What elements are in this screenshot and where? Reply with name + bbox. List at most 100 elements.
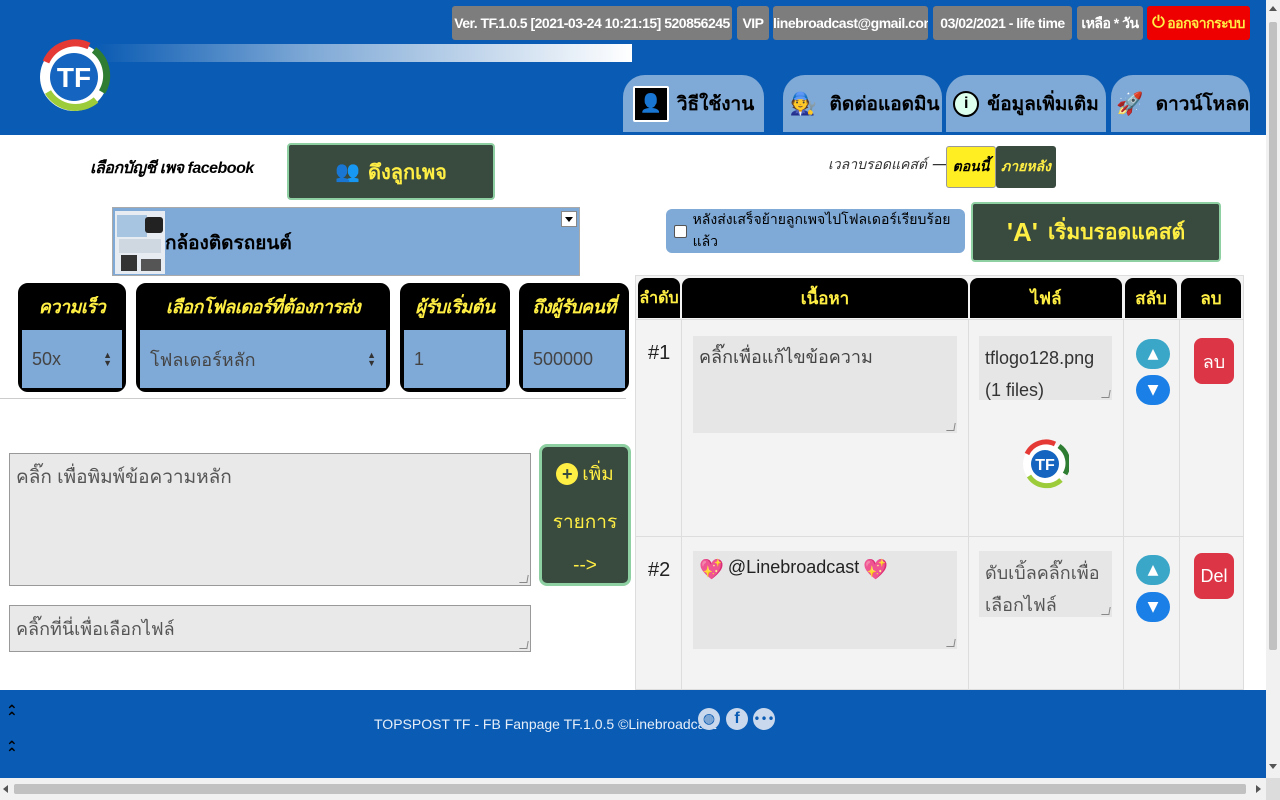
start-column: ผู้รับเริ่มต้น 1 — [400, 283, 510, 392]
start-input[interactable]: 1 — [404, 330, 506, 388]
scroll-corner — [1266, 778, 1280, 800]
page-thumbnail — [115, 211, 165, 274]
move-down-button[interactable]: ▼ — [1136, 592, 1170, 622]
vip-badge: VIP — [737, 6, 769, 40]
file-thumbnail-logo: TF — [1023, 439, 1069, 489]
tab-download[interactable]: 🚀 ดาวน์โหลด — [1111, 75, 1250, 132]
tab-contact-admin-label: ติดต่อแอดมิน — [829, 93, 940, 115]
resize-grip-icon — [946, 639, 956, 647]
file-picker-input[interactable]: คลิ๊กที่นี่เพื่อเลือกไฟล์ — [9, 605, 531, 652]
add-item-button[interactable]: + เพิ่ม รายการ --> — [539, 444, 631, 586]
table-row: #2 💖 @Linebroadcast 💖 ดับเบิ้ลคลิ๊กเพื่อ… — [636, 536, 1243, 689]
select-arrows-icon: ▲ ▼ — [103, 350, 112, 368]
cell-divider — [968, 537, 969, 689]
resize-grip-icon — [519, 641, 529, 649]
broadcast-now-toggle[interactable]: ตอนนี้ — [946, 146, 996, 188]
scroll-thumb[interactable] — [14, 784, 1246, 794]
broadcast-a-icon: 'A' — [1006, 216, 1038, 247]
end-value: 500000 — [533, 348, 594, 369]
col-file-header: ไฟล์ — [970, 278, 1122, 318]
col-order-header: ลำดับ — [638, 278, 680, 318]
power-icon: ⏻ — [1152, 14, 1165, 31]
resize-grip-icon — [1101, 607, 1111, 615]
double-chevron-up-icon[interactable]: ⌃ ⌃ — [6, 740, 18, 761]
row-number: #1 — [648, 342, 671, 364]
chevron-down-icon: ▼ — [1147, 382, 1159, 398]
page-name: กล้องติดรถยนต์ — [165, 233, 292, 254]
move-up-button[interactable]: ▲ — [1136, 555, 1170, 585]
tab-contact-admin[interactable]: 🧑‍🔧 ติดต่อแอดมิน — [783, 75, 942, 132]
folder-value: โฟลเดอร์หลัก — [150, 349, 256, 370]
chevron-up-icon: ▲ — [1147, 562, 1159, 578]
users-icon: 👥 — [335, 161, 361, 183]
horizontal-scrollbar[interactable] — [0, 778, 1266, 800]
move-after-label: หลังส่งเสร็จย้ายลูกเพจไปโฟลเดอร์เรียบร้อ… — [692, 211, 951, 249]
add-item-line1: เพิ่ม — [582, 464, 614, 485]
end-input[interactable]: 500000 — [523, 330, 625, 388]
footer: ⌃ ⌃ ⌃ ⌃ TOPSPOST TF - FB Fanpage TF.1.0.5 … — [0, 690, 1266, 778]
row-file-input[interactable]: tflogo128.png (1 files) — [979, 336, 1112, 400]
sparkle-heart-icon: 💖 — [863, 559, 889, 581]
row-file-text: ดับเบิ้ลคลิ๊กเพื่อเลือกไฟล์ — [985, 563, 1100, 615]
col-delete-header: ลบ — [1181, 278, 1241, 318]
page-select[interactable]: กล้องติดรถยนต์ — [112, 207, 580, 276]
broadcast-time-label: เวลาบรอดแคสต์ ⟶ — [828, 156, 951, 172]
tab-howto[interactable]: 👤 วิธีใช้งาน — [623, 75, 764, 132]
plus-circle-icon: + — [556, 463, 579, 485]
start-header: ผู้รับเริ่มต้น — [415, 296, 495, 317]
logout-button[interactable]: ⏻ ออกจากระบบ — [1147, 6, 1250, 40]
broadcast-later-toggle[interactable]: ภายหลัง — [996, 146, 1056, 188]
vertical-scrollbar[interactable] — [1266, 0, 1280, 778]
cell-divider — [1179, 320, 1180, 536]
move-up-button[interactable]: ▲ — [1136, 339, 1170, 369]
delete-button[interactable]: Del — [1194, 553, 1234, 599]
scroll-thumb[interactable] — [1269, 22, 1277, 650]
move-after-option[interactable]: หลังส่งเสร็จย้ายลูกเพจไปโฟลเดอร์เรียบร้อ… — [666, 209, 965, 253]
header-streak — [96, 44, 632, 62]
select-page-label: เลือกบัญชี เพจ facebook — [90, 160, 254, 177]
folder-header: เลือกโฟลเดอร์ที่ต้องการส่ง — [165, 296, 361, 317]
scroll-right-icon[interactable] — [1256, 785, 1261, 793]
row-message-input[interactable]: คลิ๊กเพื่อแก้ไขข้อความ — [693, 336, 957, 433]
tab-more-info-label: ข้อมูลเพิ่มเติม — [987, 93, 1099, 115]
start-broadcast-button[interactable]: 'A' เริ่มบรอดแคสต์ — [971, 202, 1221, 262]
speed-value: 50x — [32, 348, 62, 369]
cell-divider — [681, 320, 682, 536]
scroll-left-icon[interactable] — [3, 785, 8, 793]
select-arrows-icon: ▲ ▼ — [367, 350, 376, 368]
row-message-input[interactable]: 💖 @Linebroadcast 💖 — [693, 551, 957, 649]
tab-more-info[interactable]: i ข้อมูลเพิ่มเติม — [946, 75, 1106, 132]
scroll-up-icon[interactable] — [1269, 6, 1277, 11]
globe-icon[interactable]: ◍ — [698, 708, 720, 730]
cell-divider — [681, 537, 682, 689]
svg-text:TF: TF — [1035, 457, 1055, 474]
row-file-input[interactable]: ดับเบิ้ลคลิ๊กเพื่อเลือกไฟล์ — [979, 551, 1112, 617]
divider — [0, 398, 626, 399]
scroll-down-icon[interactable] — [1269, 764, 1277, 769]
cell-divider — [1123, 320, 1124, 536]
row-number: #2 — [648, 559, 671, 581]
col-swap-header: สลับ — [1125, 278, 1177, 318]
logout-label: ออกจากระบบ — [1167, 15, 1245, 31]
resize-grip-icon — [519, 575, 529, 583]
admin-icon: 🧑‍🔧 — [789, 90, 818, 116]
facebook-icon[interactable]: f — [726, 708, 748, 730]
move-down-button[interactable]: ▼ — [1136, 375, 1170, 405]
tf-logo: TF — [40, 39, 111, 111]
delete-button[interactable]: ลบ — [1194, 338, 1234, 384]
double-chevron-up-icon[interactable]: ⌃ ⌃ — [6, 704, 18, 725]
speed-select[interactable]: 50x ▲ ▼ — [22, 330, 122, 388]
sparkle-heart-icon: 💖 — [699, 559, 724, 581]
fetch-members-button[interactable]: 👥 ดึงลูกเพจ — [287, 143, 495, 200]
tab-howto-label: วิธีใช้งาน — [676, 93, 755, 115]
email-badge: linebroadcast@gmail.com — [773, 6, 928, 40]
footer-text: TOPSPOST TF - FB Fanpage TF.1.0.5 ©Lineb… — [374, 716, 717, 732]
fetch-members-label: ดึงลูกเพจ — [368, 161, 447, 184]
main-message-placeholder: คลิ๊ก เพื่อพิมพ์ข้อความหลัก — [16, 467, 232, 488]
folder-select[interactable]: โฟลเดอร์หลัก ▲ ▼ — [140, 330, 386, 388]
cell-divider — [1123, 537, 1124, 689]
chat-icon[interactable]: ••• — [753, 708, 775, 730]
move-after-checkbox[interactable] — [674, 224, 687, 238]
start-broadcast-label: เริ่มบรอดแคสต์ — [1047, 220, 1186, 244]
main-message-input[interactable]: คลิ๊ก เพื่อพิมพ์ข้อความหลัก — [9, 453, 531, 586]
